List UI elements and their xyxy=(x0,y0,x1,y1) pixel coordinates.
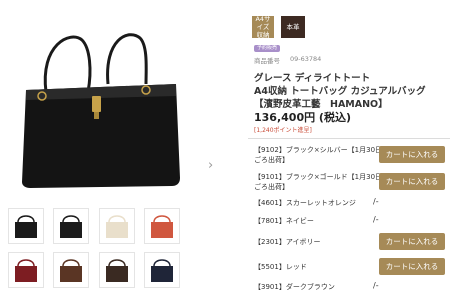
divider xyxy=(248,138,450,139)
genuine-leather-tag: 本革 xyxy=(281,16,305,38)
add-to-cart-button-9102[interactable]: カートに入れる xyxy=(379,146,445,163)
thumb-red[interactable] xyxy=(8,252,44,288)
thumb-black-gold[interactable] xyxy=(53,208,89,244)
variant-9101-label: 【9101】ブラック×ゴールド【1月30日 ごろ出荷】 xyxy=(254,173,383,191)
variant-4601-availability: /- xyxy=(373,197,379,206)
a4-storage-tag: A4サイズ 収納 xyxy=(252,15,274,39)
add-to-cart-button-9101[interactable]: カートに入れる xyxy=(379,173,445,190)
bag-thumbnail-icon xyxy=(106,259,128,282)
thumb-dark-brown[interactable] xyxy=(99,252,135,288)
points-earned: [1,240ポイント進呈] xyxy=(254,127,312,134)
thumb-orange[interactable] xyxy=(144,208,180,244)
variant-9102-label: 【9102】ブラック×シルバー【1月30日 ごろ出荷】 xyxy=(254,146,383,164)
bag-thumbnail-icon xyxy=(106,215,128,238)
thumb-ivory[interactable] xyxy=(99,208,135,244)
bag-thumbnail-icon xyxy=(151,215,173,238)
variant-7801-label: 【7801】ネイビー xyxy=(254,217,314,225)
bag-thumbnail-icon xyxy=(151,259,173,282)
next-image-arrow-icon[interactable]: › xyxy=(208,158,220,174)
product-title-line-1: グレース ディライトトート xyxy=(254,73,371,84)
price: 136,400円 (税込) xyxy=(254,111,351,124)
variant-7801-availability: /- xyxy=(373,215,379,224)
bag-thumbnail-icon xyxy=(60,215,82,238)
thumb-brown[interactable] xyxy=(53,252,89,288)
bag-thumbnail-icon xyxy=(15,259,37,282)
bag-thumbnail-icon xyxy=(15,215,37,238)
product-title-line-3: 【濱野皮革工藝 HAMANO】 xyxy=(254,99,388,110)
variant-2301-label: 【2301】アイボリー xyxy=(254,238,321,246)
variant-4601-label: 【4601】スカーレットオレンジ xyxy=(254,199,356,207)
variant-3901-availability: /- xyxy=(373,281,379,290)
add-to-cart-button-5501[interactable]: カートに入れる xyxy=(379,258,445,275)
variant-5501-label: 【5501】レッド xyxy=(254,263,307,271)
product-number-label: 商品番号 xyxy=(254,57,280,65)
variant-3901-label: 【3901】ダークブラウン xyxy=(254,283,335,291)
main-product-image xyxy=(22,33,180,188)
bag-thumbnail-icon xyxy=(60,259,82,282)
product-title-line-2: A4収納 トートバッグ カジュアルバッグ xyxy=(254,86,426,97)
add-to-cart-button-2301[interactable]: カートに入れる xyxy=(379,233,445,250)
thumb-black-silver[interactable] xyxy=(8,208,44,244)
thumb-navy[interactable] xyxy=(144,252,180,288)
preorder-badge: 予約販売 xyxy=(254,45,281,52)
product-number: 09-63784 xyxy=(290,55,322,63)
